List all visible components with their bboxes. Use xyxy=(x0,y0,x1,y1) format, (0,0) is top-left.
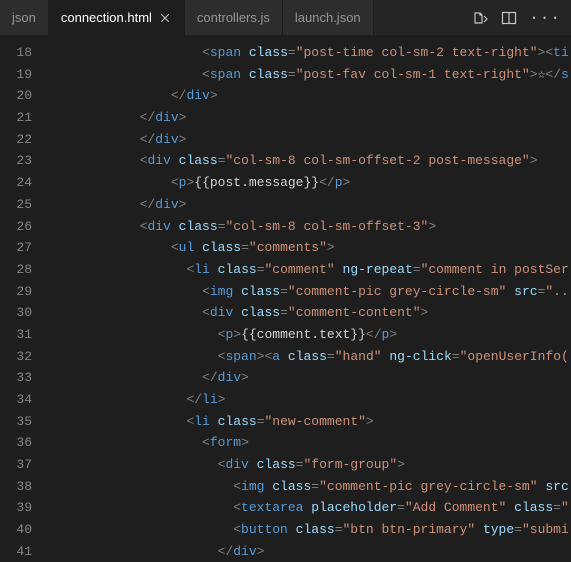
line-number: 22 xyxy=(0,129,32,151)
tab-bar: json connection.html controllers.js laun… xyxy=(0,0,571,36)
line-number: 40 xyxy=(0,519,32,541)
code-line[interactable]: <div class="comment-content"> xyxy=(46,302,571,324)
line-number: 20 xyxy=(0,85,32,107)
line-number: 30 xyxy=(0,302,32,324)
tab-label: controllers.js xyxy=(197,10,270,25)
line-number: 25 xyxy=(0,194,32,216)
code-line[interactable]: <div class="form-group"> xyxy=(46,454,571,476)
code-line[interactable]: <span><a class="hand" ng-click="openUser… xyxy=(46,346,571,368)
line-number-gutter: 1819202122232425262728293031323334353637… xyxy=(0,36,46,562)
tab-label: launch.json xyxy=(295,10,361,25)
line-number: 24 xyxy=(0,172,32,194)
line-number: 26 xyxy=(0,216,32,238)
compare-changes-icon[interactable] xyxy=(473,10,489,26)
split-editor-icon[interactable] xyxy=(501,10,517,26)
code-line[interactable]: <div class="col-sm-8 col-sm-offset-3"> xyxy=(46,216,571,238)
line-number: 34 xyxy=(0,389,32,411)
line-number: 39 xyxy=(0,497,32,519)
line-number: 31 xyxy=(0,324,32,346)
line-number: 23 xyxy=(0,150,32,172)
line-number: 41 xyxy=(0,541,32,562)
line-number: 33 xyxy=(0,367,32,389)
line-number: 35 xyxy=(0,411,32,433)
line-number: 36 xyxy=(0,432,32,454)
code-line[interactable]: </div> xyxy=(46,129,571,151)
tab-controllers-js[interactable]: controllers.js xyxy=(185,0,283,35)
code-line[interactable]: <li class="comment" ng-repeat="comment i… xyxy=(46,259,571,281)
editor-actions: ··· xyxy=(463,0,571,35)
line-number: 29 xyxy=(0,281,32,303)
code-editor[interactable]: 1819202122232425262728293031323334353637… xyxy=(0,36,571,562)
code-line[interactable]: <button class="btn btn-primary" type="su… xyxy=(46,519,571,541)
code-line[interactable]: <ul class="comments"> xyxy=(46,237,571,259)
code-line[interactable]: <div class="col-sm-8 col-sm-offset-2 pos… xyxy=(46,150,571,172)
code-line[interactable]: </div> xyxy=(46,85,571,107)
line-number: 28 xyxy=(0,259,32,281)
code-line[interactable]: <img class="comment-pic grey-circle-sm" … xyxy=(46,281,571,303)
code-line[interactable]: <textarea placeholder="Add Comment" clas… xyxy=(46,497,571,519)
code-line[interactable]: <p>{{post.message}}</p> xyxy=(46,172,571,194)
line-number: 38 xyxy=(0,476,32,498)
code-line[interactable]: </div> xyxy=(46,194,571,216)
close-icon[interactable] xyxy=(158,11,172,25)
more-actions-icon[interactable]: ··· xyxy=(529,9,561,27)
code-line[interactable]: <li class="new-comment"> xyxy=(46,411,571,433)
tab-label: json xyxy=(12,10,36,25)
line-number: 27 xyxy=(0,237,32,259)
line-number: 18 xyxy=(0,42,32,64)
tab-label: connection.html xyxy=(61,10,152,25)
line-number: 37 xyxy=(0,454,32,476)
tab-connection-html[interactable]: connection.html xyxy=(49,0,185,35)
code-line[interactable]: <p>{{comment.text}}</p> xyxy=(46,324,571,346)
line-number: 32 xyxy=(0,346,32,368)
code-line[interactable]: <span class="post-time col-sm-2 text-rig… xyxy=(46,42,571,64)
tab-partial-left[interactable]: json xyxy=(0,0,49,35)
line-number: 21 xyxy=(0,107,32,129)
code-line[interactable]: </div> xyxy=(46,541,571,562)
code-line[interactable]: </div> xyxy=(46,107,571,129)
line-number: 19 xyxy=(0,64,32,86)
tab-launch-json[interactable]: launch.json xyxy=(283,0,374,35)
code-content[interactable]: <span class="post-time col-sm-2 text-rig… xyxy=(46,36,571,562)
code-line[interactable]: </div> xyxy=(46,367,571,389)
code-line[interactable]: <form> xyxy=(46,432,571,454)
code-line[interactable]: <img class="comment-pic grey-circle-sm" … xyxy=(46,476,571,498)
code-line[interactable]: <span class="post-fav col-sm-1 text-righ… xyxy=(46,64,571,86)
code-line[interactable]: </li> xyxy=(46,389,571,411)
